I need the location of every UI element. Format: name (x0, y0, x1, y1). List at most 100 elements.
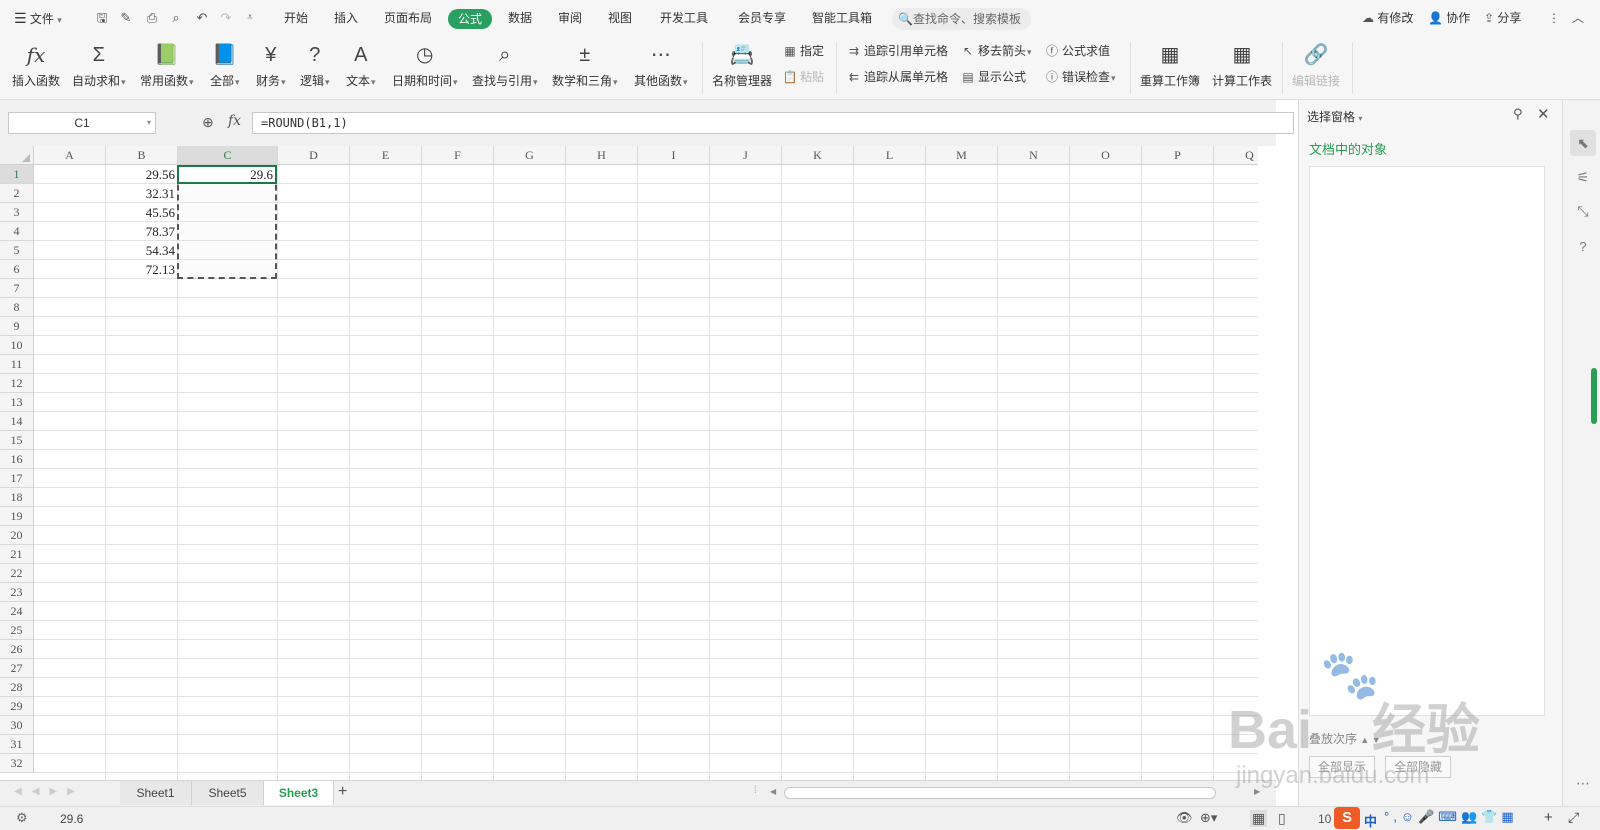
name-manager-button[interactable]: 📇 名称管理器 (712, 41, 772, 89)
row-header-32[interactable]: 32 (0, 754, 34, 773)
tab-formulas[interactable]: 公式 (448, 9, 493, 29)
column-header-l[interactable]: L (854, 146, 926, 165)
column-header-n[interactable]: N (998, 146, 1070, 165)
print-icon[interactable]: ⎙ (144, 10, 160, 26)
tab-home[interactable]: 开始 (284, 9, 308, 27)
other-functions-button[interactable]: ⋯ 其他函数 (634, 41, 688, 89)
cell-b3[interactable]: 45.56 (106, 203, 178, 222)
error-checking-button[interactable]: ⓘ 错误检查 (1044, 68, 1116, 86)
evaluate-formula-button[interactable]: ⓕ 公式求值 (1044, 42, 1110, 60)
transform-icon[interactable]: ⤡ (1570, 198, 1596, 224)
objects-list[interactable] (1309, 166, 1545, 716)
column-header-j[interactable]: J (710, 146, 782, 165)
macro-record-icon[interactable]: ⚙ (16, 810, 28, 826)
column-header-e[interactable]: E (350, 146, 422, 165)
tab-smart-toolbox[interactable]: 智能工具箱 (812, 9, 872, 27)
tab-insert[interactable]: 插入 (334, 9, 358, 27)
zoom-in-icon[interactable]: + (1544, 809, 1553, 826)
column-header-b[interactable]: B (106, 146, 178, 165)
row-header-28[interactable]: 28 (0, 678, 34, 697)
row-header-16[interactable]: 16 (0, 450, 34, 469)
column-header-q[interactable]: Q (1214, 146, 1258, 165)
add-sheet-icon[interactable]: + (338, 783, 347, 801)
column-header-c[interactable]: C (178, 146, 278, 165)
row-header-7[interactable]: 7 (0, 279, 34, 298)
column-header-m[interactable]: M (926, 146, 998, 165)
format-painter-icon[interactable]: ✎ (118, 10, 134, 26)
row-header-3[interactable]: 3 (0, 203, 34, 222)
pin-icon[interactable]: ⚲ (1513, 106, 1523, 122)
row-header-10[interactable]: 10 (0, 336, 34, 355)
tab-view[interactable]: 视图 (608, 9, 632, 27)
side-scroll-indicator[interactable] (1591, 368, 1597, 424)
has-changes-button[interactable]: ☁ 有修改 (1362, 9, 1413, 27)
row-header-21[interactable]: 21 (0, 545, 34, 564)
row-header-9[interactable]: 9 (0, 317, 34, 336)
all-functions-button[interactable]: 📘 全部 (210, 41, 240, 89)
cell-c1[interactable]: 29.6 (178, 165, 276, 184)
fullscreen-icon[interactable]: ⤢ (1568, 809, 1579, 826)
column-header-p[interactable]: P (1142, 146, 1214, 165)
sogou-ime-icon[interactable]: S (1334, 807, 1360, 829)
tab-data[interactable]: 数据 (508, 9, 532, 27)
horizontal-scroll-thumb[interactable] (784, 787, 1216, 799)
column-header-d[interactable]: D (278, 146, 350, 165)
row-header-2[interactable]: 2 (0, 184, 34, 203)
sheet-tab-sheet1[interactable]: Sheet1 (120, 781, 192, 805)
logical-button[interactable]: ? 逻辑 (300, 41, 330, 89)
trace-precedents-button[interactable]: ⇉ 追踪引用单元格 (846, 42, 948, 60)
show-formulas-button[interactable]: ▤ 显示公式 (960, 68, 1026, 86)
row-header-26[interactable]: 26 (0, 640, 34, 659)
row-header-8[interactable]: 8 (0, 298, 34, 317)
column-header-a[interactable]: A (34, 146, 106, 165)
print-preview-icon[interactable]: ⌕ (168, 10, 184, 26)
row-header-23[interactable]: 23 (0, 583, 34, 602)
datetime-button[interactable]: ◷ 日期和时间 (392, 41, 458, 89)
row-header-30[interactable]: 30 (0, 716, 34, 735)
more-vertical-icon[interactable]: ⋮ (1548, 9, 1560, 27)
row-header-27[interactable]: 27 (0, 659, 34, 678)
sheet-tab-sheet3[interactable]: Sheet3 (264, 781, 334, 805)
zoom-level[interactable]: 10 (1318, 812, 1331, 826)
collapse-ribbon-icon[interactable]: ︿ (1572, 9, 1584, 27)
collaborate-button[interactable]: 👤 协作 (1428, 9, 1470, 27)
column-header-g[interactable]: G (494, 146, 566, 165)
spreadsheet-grid[interactable]: ABCDEFGHIJKLMNOPQ 1 2 3 4 5 6 7 8 9 10 11 12 13 14 15 1… (0, 146, 1258, 780)
lookup-reference-button[interactable]: ⌕ 查找与引用 (472, 41, 538, 89)
input-method-icon[interactable]: ⊕▾ (1200, 810, 1217, 826)
file-menu[interactable]: ☰ 文件 ▾ (14, 9, 62, 27)
select-cursor-icon[interactable]: ⬉ (1570, 130, 1596, 156)
cell-b2[interactable]: 32.31 (106, 184, 178, 203)
row-header-1[interactable]: 1 (0, 165, 34, 184)
row-header-15[interactable]: 15 (0, 431, 34, 450)
math-trig-button[interactable]: ± 数学和三角 (552, 41, 618, 89)
column-header-i[interactable]: I (638, 146, 710, 165)
name-box[interactable]: C1 ▾ (8, 112, 156, 134)
cell-b1[interactable]: 29.56 (106, 165, 178, 184)
row-header-25[interactable]: 25 (0, 621, 34, 640)
cell-b4[interactable]: 78.37 (106, 222, 178, 241)
calculate-sheet-button[interactable]: ▦ 计算工作表 (1212, 41, 1272, 89)
autosum-button[interactable]: Σ 自动求和 (72, 41, 126, 89)
sheet-tab-sheet5[interactable]: Sheet5 (192, 781, 264, 805)
row-header-24[interactable]: 24 (0, 602, 34, 621)
financial-button[interactable]: ¥ 财务 (256, 41, 286, 89)
row-header-29[interactable]: 29 (0, 697, 34, 716)
search-box[interactable]: 🔍查找命令、搜索模板 (892, 8, 1031, 30)
normal-view-icon[interactable]: ▦ (1250, 810, 1268, 827)
row-header-12[interactable]: 12 (0, 374, 34, 393)
ime-language[interactable]: 中 (1364, 811, 1377, 830)
common-functions-button[interactable]: 📗 常用函数 (140, 41, 194, 89)
trace-dependents-button[interactable]: ⇇ 追踪从属单元格 (846, 68, 948, 86)
selection-pane-title[interactable]: 选择窗格 ▾ (1307, 108, 1362, 125)
scroll-left-icon[interactable]: ◀ (770, 787, 776, 796)
row-header-20[interactable]: 20 (0, 526, 34, 545)
row-header-19[interactable]: 19 (0, 507, 34, 526)
text-functions-button[interactable]: A 文本 (346, 41, 376, 89)
tab-member[interactable]: 会员专享 (738, 9, 786, 27)
row-header-6[interactable]: 6 (0, 260, 34, 279)
insert-function-button[interactable]: fx 插入函数 (12, 41, 60, 89)
row-header-4[interactable]: 4 (0, 222, 34, 241)
cell-b5[interactable]: 54.34 (106, 241, 178, 260)
column-header-k[interactable]: K (782, 146, 854, 165)
